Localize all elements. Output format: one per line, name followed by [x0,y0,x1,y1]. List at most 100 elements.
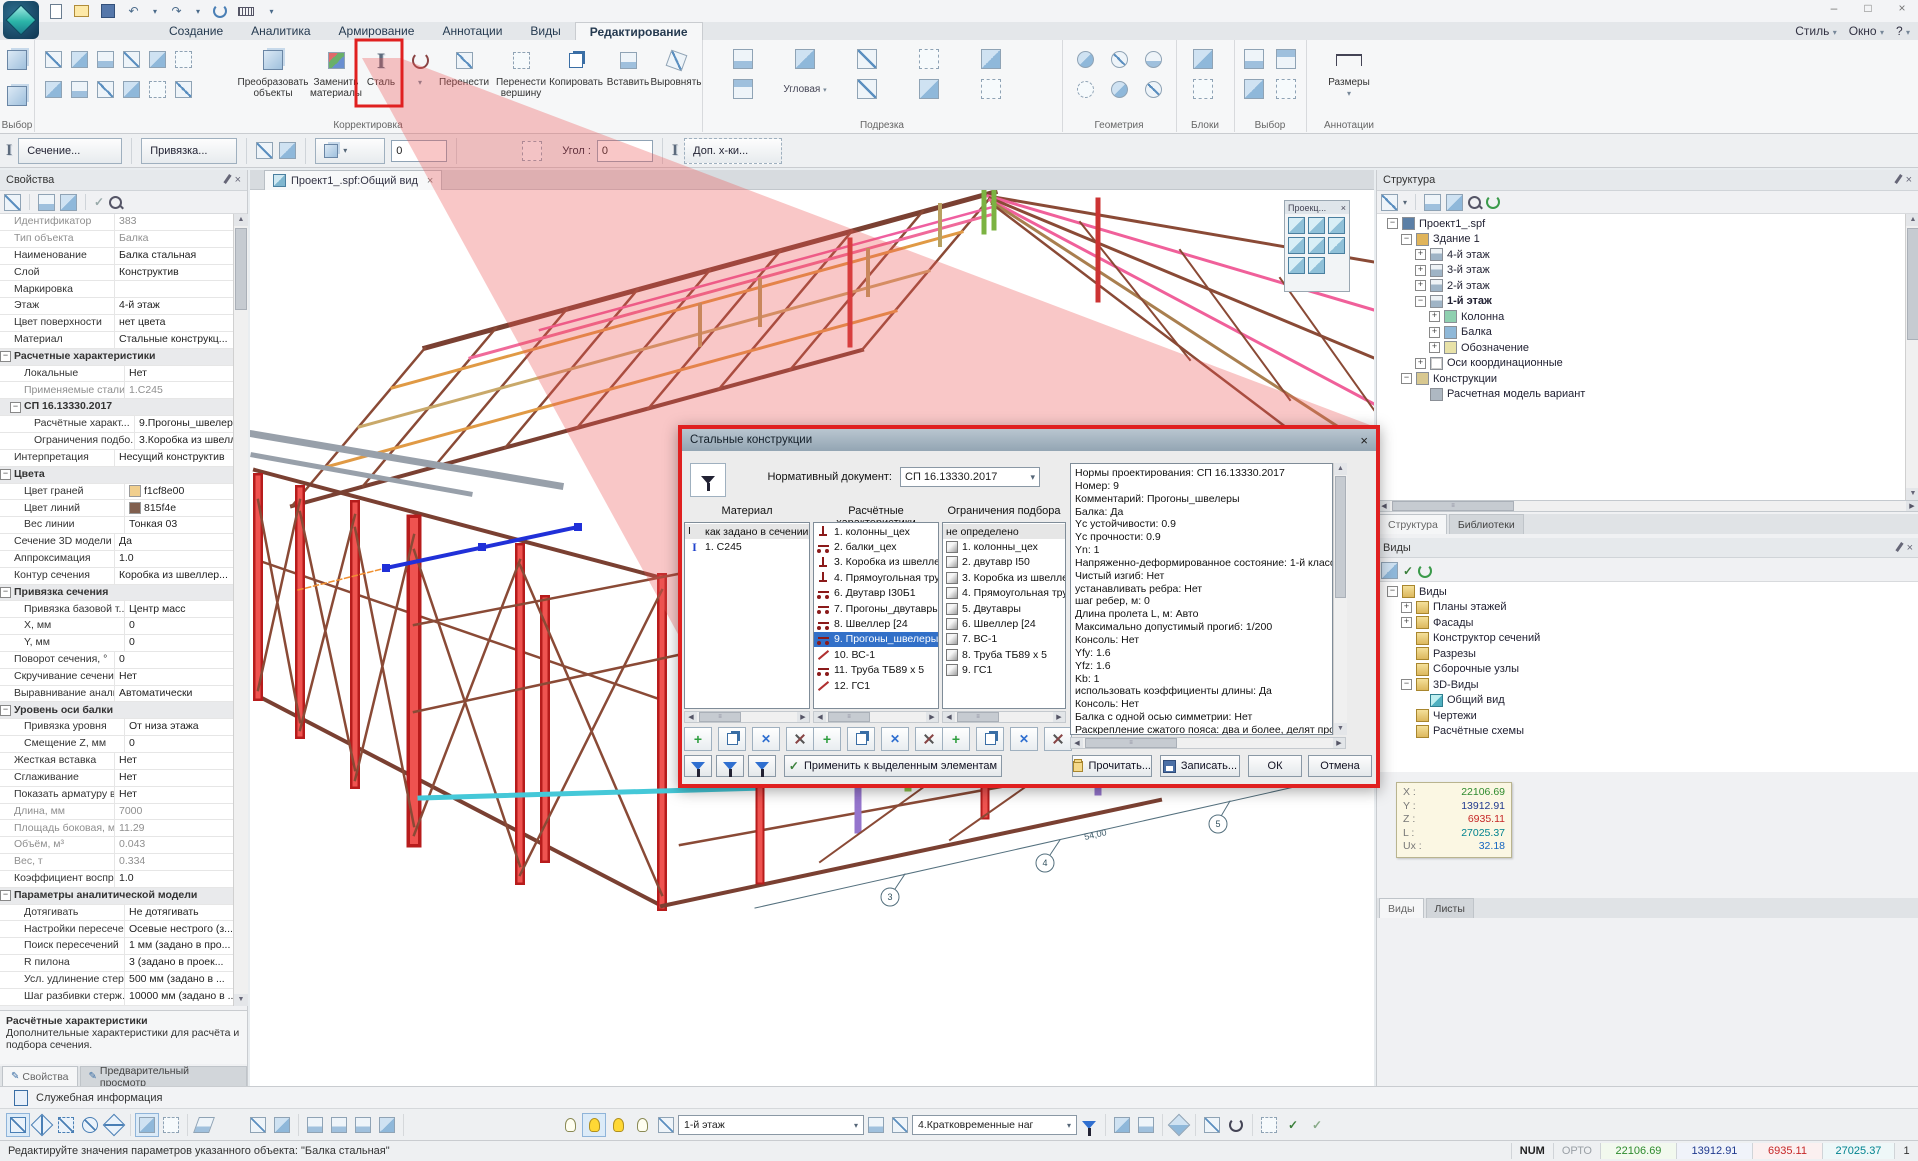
convert-icon[interactable] [1167,1113,1191,1137]
expand-icon[interactable]: + [1401,602,1412,613]
expand-icon[interactable]: + [1415,280,1426,291]
layers-icon[interactable] [864,1113,888,1137]
steel-button[interactable]: I Сталь [362,44,400,116]
check-model-icon[interactable]: ✓ [1281,1113,1305,1137]
property-row[interactable]: Ограничения подбо... 3.Коробка из швелл.… [0,433,233,450]
delete-button[interactable]: ✕ [1010,727,1038,751]
refresh-icon[interactable] [1486,195,1500,209]
add-button[interactable]: + [942,727,970,751]
list-item[interactable]: 1. колонны_цех [943,539,1065,554]
panel-close-icon[interactable]: × [1907,542,1913,554]
storey-mode-icon[interactable] [654,1113,678,1137]
cross-split-icon[interactable] [857,79,877,99]
structure-hscrollbar[interactable]: ◀ ≡ ▶ [1377,500,1918,512]
collapse-icon[interactable]: − [0,890,11,901]
bulb-off-icon[interactable] [558,1113,582,1137]
rotate-button[interactable]: ▾ [406,44,434,116]
property-row[interactable]: Сечение 3D модели Да ▾ [0,534,233,551]
section-button[interactable]: Сечение... [18,138,122,164]
list-item[interactable]: 9. ГС1 [943,663,1065,678]
arc-tool-icon[interactable] [45,51,62,68]
offset-tool-icon[interactable] [97,51,114,68]
measure-icon[interactable] [236,2,255,20]
qat-customize-icon[interactable]: ▾ [262,2,281,20]
collapse-icon[interactable]: − [0,705,11,716]
app-logo[interactable] [3,1,39,39]
checkbox[interactable] [946,618,958,630]
expand-icon[interactable]: − [1387,586,1398,597]
list-item[interactable]: не определено [943,524,1065,539]
calc-hscrollbar[interactable]: ◀≡▶ [813,711,939,723]
property-row[interactable]: Y, мм 0 ▾ [0,635,233,652]
add-button[interactable]: + [684,727,712,751]
property-row[interactable]: Скручивание сечения Нет ▾ [0,669,233,686]
snap-angle-icon[interactable] [54,1113,78,1137]
list-item[interactable]: 2. двутавр I50 [943,555,1065,570]
property-row[interactable]: Интерпретация Несущий конструктив ▾ [0,450,233,467]
tools-button[interactable] [1044,727,1072,751]
tree-item[interactable]: + Балка [1383,325,1905,341]
tree-item[interactable]: Сборочные узлы [1383,662,1918,678]
tools-button[interactable] [915,727,943,751]
open-file-icon[interactable] [72,2,91,20]
property-row[interactable]: Этаж 4-й этаж ▾ [0,298,233,315]
property-row[interactable]: R пилона 3 (задано в проек... ▾ [0,955,233,972]
expand-icon[interactable]: − [1415,296,1426,307]
tree-item[interactable]: − Виды [1383,584,1918,600]
projection-right-icon[interactable] [1288,237,1305,254]
projection-dimetric-icon[interactable] [1308,257,1325,274]
orbit-icon[interactable] [1224,1113,1248,1137]
expand-all-icon[interactable] [1424,194,1441,211]
tree-item[interactable]: + Фасады [1383,615,1918,631]
projection-front-icon[interactable] [1288,217,1305,234]
property-row[interactable]: − Расчетные характеристики ▾ [0,349,233,366]
copy-button[interactable]: Копировать [550,44,602,116]
tree-item[interactable]: − Здание 1 [1383,232,1905,248]
projections-close-icon[interactable]: × [1341,203,1346,213]
select-above-icon[interactable] [1244,49,1264,69]
tab-properties[interactable]: ✎Свойства [2,1066,78,1086]
property-row[interactable]: − Цвета ▾ [0,467,233,484]
property-row[interactable]: Выравнивание аналити... Автоматически ▾ [0,686,233,703]
extra-params-button[interactable]: Доп. х-ки... [684,138,782,164]
property-row[interactable]: Привязка уровня От низа этажа ▾ [0,719,233,736]
checkbox[interactable] [946,633,958,645]
offset-input[interactable]: 0 [391,140,447,162]
window-3-icon[interactable] [351,1113,375,1137]
property-row[interactable]: Смещение Z, мм 0 ▾ [0,736,233,753]
placement-dropdown[interactable]: ▾ [315,138,385,164]
property-row[interactable]: Показать арматуру в 3D Нет ▾ [0,787,233,804]
tree-item[interactable]: + 2-й этаж [1383,278,1905,294]
tree-mode-icon[interactable] [1381,194,1398,211]
list-item[interactable]: 1. колонны_цех [814,524,938,539]
window-menu[interactable]: Окно ▾ [1849,24,1884,38]
transform-objects-button[interactable]: Преобразовать объекты [238,44,308,116]
property-row[interactable]: − СП 16.13330.2017 ▾ [0,399,233,416]
property-row[interactable]: Поиск пересечений 1 мм (задано в про... … [0,938,233,955]
property-row[interactable]: Цвет линий 815f4e ▾ [0,500,233,517]
expand-icon[interactable]: + [1401,617,1412,628]
list-item[interactable]: 3. Коробка из швеллеров [943,570,1065,585]
property-row[interactable]: Жесткая вставка Нет ▾ [0,753,233,770]
tab-sheets[interactable]: Листы [1426,898,1474,918]
delete-button[interactable]: ✕ [881,727,909,751]
ok-button[interactable]: ОК [1248,755,1302,777]
tab-structure[interactable]: Структура [1379,514,1447,534]
service-info-bar[interactable]: Служебная информация [0,1086,1918,1108]
scissors-icon[interactable] [175,51,192,68]
select-span-icon[interactable] [1276,49,1296,69]
property-row[interactable]: Идентификатор 383 ▾ [0,214,233,231]
expand-icon[interactable]: − [1401,679,1412,690]
flat-view-icon[interactable] [38,194,55,211]
checkbox[interactable] [946,556,958,568]
list-item[interactable]: 8. Труба ТБ89 х 5 [943,647,1065,662]
apply-properties-icon[interactable]: ✓ [94,195,104,209]
snap-line-icon[interactable] [30,1113,54,1137]
check-analytic-icon[interactable]: ✓ [1305,1113,1329,1137]
expand-icon[interactable]: − [1401,373,1412,384]
trim-tool-icon[interactable] [71,51,88,68]
pan-icon[interactable] [1200,1113,1224,1137]
refresh-views-icon[interactable] [1418,564,1432,578]
tree-item[interactable]: − 1-й этаж [1383,294,1905,310]
building-mode-icon[interactable] [522,141,542,161]
